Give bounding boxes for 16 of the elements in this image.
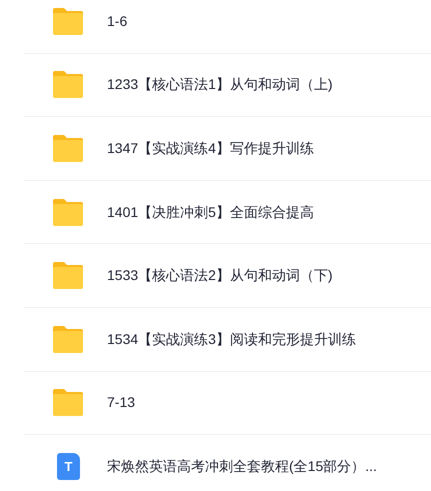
folder-name[interactable]: 1533【核心语法2】从句和动词（下) <box>107 265 333 286</box>
folder-icon <box>53 8 83 35</box>
folder-icon <box>53 71 83 98</box>
folder-name[interactable]: 1233【核心语法1】从句和动词（上) <box>107 74 333 96</box>
folder-name[interactable]: 1347【实战演练4】写作提升训练 <box>107 138 314 159</box>
folder-icon <box>53 262 83 290</box>
folder-name[interactable]: 1534【实战演练3】阅读和完形提升训练 <box>107 328 356 350</box>
folder-icon <box>53 389 83 416</box>
folder-icon <box>53 198 83 226</box>
folder-icon <box>53 326 83 353</box>
folder-name[interactable]: 7-13 <box>107 392 136 414</box>
file-name[interactable]: 宋焕然英语高考冲刺全套教程(全15部分）... <box>107 456 377 478</box>
folder-name[interactable]: 1-6 <box>107 10 128 32</box>
document-icon: T <box>57 453 80 480</box>
folder-icon <box>53 134 83 162</box>
folder-name[interactable]: 1401【决胜冲刺5】全面综合提高 <box>107 202 314 223</box>
